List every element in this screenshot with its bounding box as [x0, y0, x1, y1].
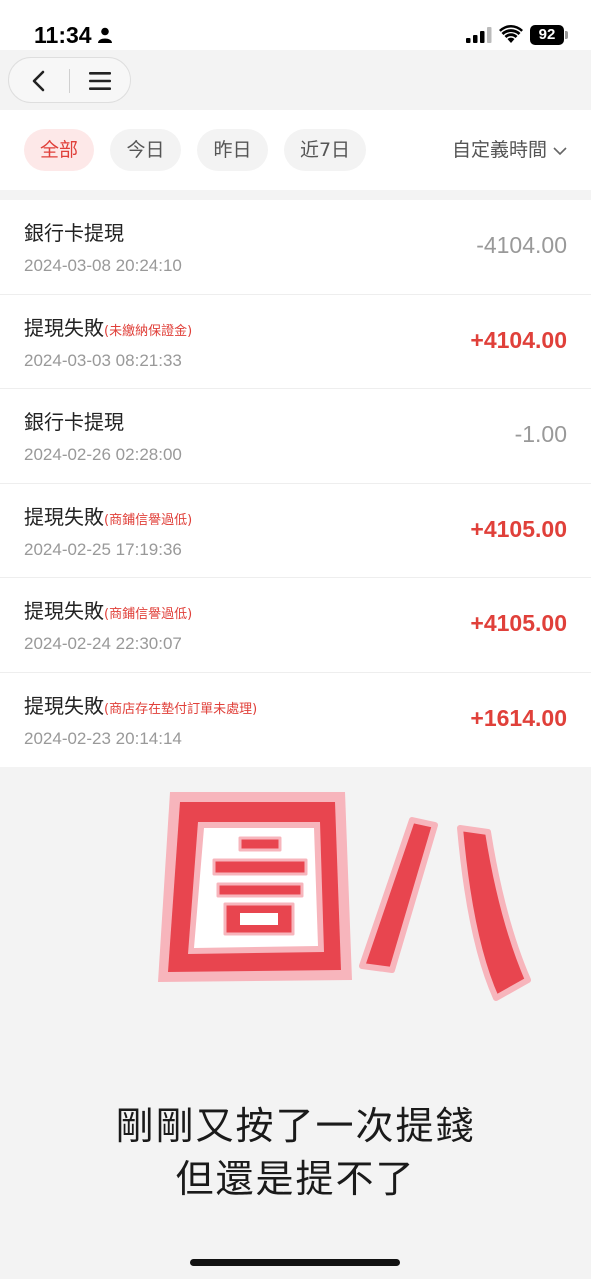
person-icon	[98, 27, 112, 43]
signal-icon	[466, 27, 492, 43]
transaction-title: 銀行卡提現	[24, 217, 124, 246]
transaction-row[interactable]: 銀行卡提現 2024-02-26 02:28:00 -1.00	[0, 389, 591, 484]
filter-chip-yesterday[interactable]: 昨日	[197, 129, 268, 171]
section-gap	[0, 190, 591, 200]
transaction-amount: +4105.00	[470, 610, 567, 636]
transaction-date: 2024-03-03 08:21:33	[24, 350, 182, 370]
chevron-down-icon	[553, 146, 567, 155]
transaction-title: 提現失敗(商鋪信譽過低)	[24, 501, 192, 530]
caption-line-2: 但還是提不了	[175, 1157, 416, 1201]
wifi-icon	[499, 25, 523, 43]
custom-time-label: 自定義時間	[451, 139, 547, 161]
transaction-type: 銀行卡提現	[24, 221, 124, 245]
menu-icon[interactable]	[87, 68, 113, 94]
status-bar: 11:34 92	[0, 0, 591, 50]
failure-reason: (商店存在墊付訂單未處理)	[104, 701, 258, 717]
transaction-date: 2024-03-08 20:24:10	[24, 256, 182, 275]
transaction-type: 提現失敗	[24, 315, 104, 340]
transaction-amount: +4104.00	[470, 326, 567, 353]
transaction-type: 提現失敗	[24, 504, 104, 529]
filter-chip-today[interactable]: 今日	[110, 129, 181, 171]
transaction-date: 2024-02-25 17:19:36	[24, 539, 182, 559]
custom-time-dropdown[interactable]: 自定義時間	[452, 129, 567, 171]
transaction-row[interactable]: 提現失敗(商鋪信譽過低) 2024-02-25 17:19:36 +4105.00	[0, 484, 591, 578]
transaction-type: 提現失敗	[24, 693, 104, 718]
status-time: 11:34	[34, 22, 92, 48]
transaction-type: 銀行卡提現	[24, 410, 124, 434]
screen: 11:34 92 全部 今日 昨日 近7日 自定義時間 銀行卡提現 2024-0…	[0, 0, 591, 1279]
failure-reason: (未繳納保證金)	[104, 323, 193, 339]
transaction-row[interactable]: 提現失敗(商店存在墊付訂單未處理) 2024-02-23 20:14:14 +161…	[0, 673, 591, 768]
transaction-amount: +4105.00	[470, 515, 567, 542]
transaction-title: 銀行卡提現	[24, 406, 124, 435]
transaction-row[interactable]: 銀行卡提現 2024-03-08 20:24:10 -4104.00	[0, 200, 591, 295]
transaction-type: 提現失敗	[24, 599, 104, 623]
transaction-row[interactable]: 提現失敗(商鋪信譽過低) 2024-02-24 22:30:07 +4105.00	[0, 578, 591, 673]
failure-reason: (商鋪信譽過低)	[104, 512, 193, 528]
transaction-date: 2024-02-23 20:14:14	[24, 728, 182, 748]
transaction-row[interactable]: 提現失敗(未繳納保證金) 2024-03-03 08:21:33 +4104.00	[0, 295, 591, 389]
filter-chip-last7days[interactable]: 近7日	[284, 129, 366, 171]
transaction-amount: -4104.00	[476, 232, 567, 258]
transaction-title: 提現失敗(商店存在墊付訂單未處理)	[24, 690, 257, 719]
filter-chip-all[interactable]: 全部	[24, 129, 94, 171]
nav-capsule	[8, 57, 131, 103]
home-indicator[interactable]	[190, 1259, 400, 1266]
transaction-amount: +1614.00	[470, 704, 567, 731]
stamp-graphic-tu-ba	[158, 792, 531, 1001]
transaction-title: 提現失敗(商鋪信譽過低)	[24, 595, 192, 624]
battery-indicator: 92	[530, 25, 564, 45]
transaction-list: 銀行卡提現 2024-03-08 20:24:10 -4104.00 提現失敗(未繳納…	[0, 200, 591, 767]
transaction-amount: -1.00	[514, 421, 567, 447]
caption-line-1: 剛剛又按了一次提錢	[115, 1104, 476, 1148]
battery-cap	[565, 31, 568, 39]
back-icon[interactable]	[25, 67, 53, 95]
nav-divider	[69, 69, 70, 93]
transaction-date: 2024-02-24 22:30:07	[24, 634, 182, 653]
filter-bar: 全部 今日 昨日 近7日 自定義時間	[0, 110, 591, 190]
transaction-date: 2024-02-26 02:28:00	[24, 445, 182, 464]
transaction-title: 提現失敗(未繳納保證金)	[24, 312, 192, 341]
failure-reason: (商鋪信譽過低)	[104, 607, 193, 622]
nav-bar	[0, 50, 591, 110]
